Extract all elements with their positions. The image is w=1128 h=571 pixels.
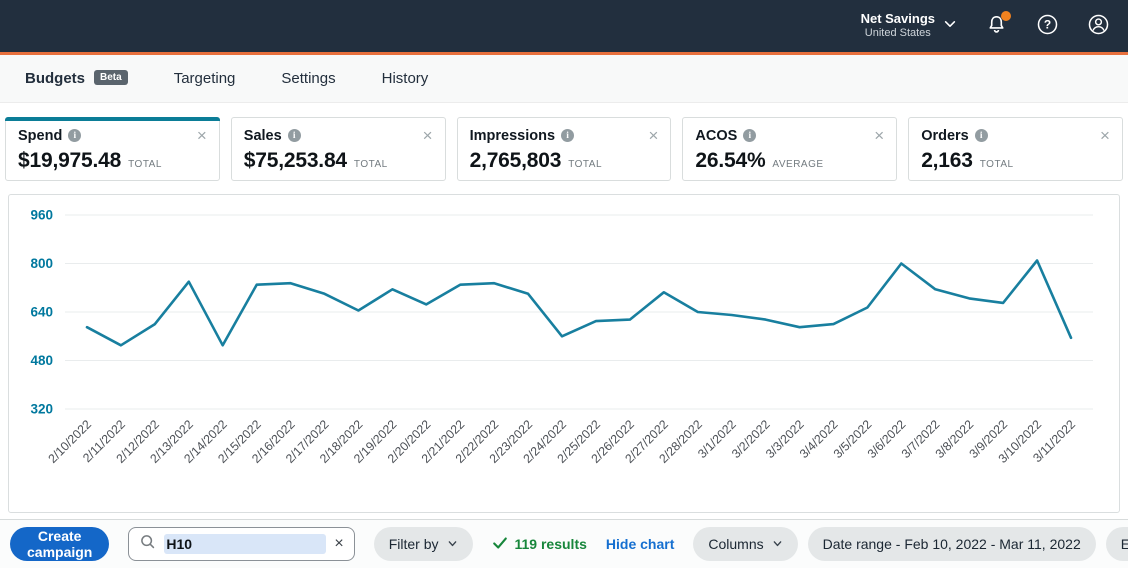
svg-text:960: 960	[30, 208, 53, 223]
info-icon[interactable]: i	[287, 129, 301, 142]
info-icon[interactable]: i	[743, 129, 757, 142]
hide-chart-link[interactable]: Hide chart	[606, 536, 674, 552]
tab-label: Targeting	[173, 70, 236, 87]
help-button[interactable]: ?	[1036, 13, 1059, 39]
metric-label: Spend	[18, 127, 63, 144]
search-icon	[139, 533, 156, 555]
user-avatar-icon	[1087, 13, 1110, 39]
metric-value: 2,163	[921, 149, 973, 172]
svg-text:800: 800	[30, 256, 53, 271]
close-icon[interactable]: ×	[874, 127, 884, 144]
check-icon	[492, 535, 508, 554]
account-menu-button[interactable]	[1087, 13, 1110, 39]
account-region: United States	[864, 27, 931, 40]
metric-label: Orders	[921, 127, 969, 144]
search-input[interactable]: H10 ×	[128, 527, 355, 561]
metric-value: $75,253.84	[243, 149, 347, 172]
results-text: 119 results	[514, 536, 587, 552]
tab-label: Budgets	[25, 70, 85, 87]
beta-badge: Beta	[94, 70, 128, 85]
create-campaign-button[interactable]: Create campaign	[10, 527, 110, 561]
metric-label: ACOS	[695, 127, 738, 144]
metric-value: $19,975.48	[18, 149, 122, 172]
info-icon[interactable]: i	[68, 129, 82, 142]
section-tabs: Budgets Beta Targeting Settings History	[0, 55, 1128, 103]
notifications-button[interactable]	[985, 11, 1011, 39]
notification-dot	[1001, 11, 1011, 21]
account-switcher[interactable]: Net Savings United States	[861, 11, 957, 41]
tab-budgets[interactable]: Budgets Beta	[25, 70, 128, 87]
metric-qualifier: TOTAL	[568, 159, 603, 170]
close-icon[interactable]: ×	[648, 127, 658, 144]
metric-label: Impressions	[469, 127, 556, 144]
svg-text:?: ?	[1044, 18, 1051, 32]
chevron-down-icon	[772, 536, 783, 552]
columns-label: Columns	[708, 536, 764, 552]
tab-label: History	[381, 70, 429, 87]
top-navbar: Net Savings United States ?	[0, 0, 1128, 52]
chevron-down-icon	[943, 17, 957, 36]
info-icon[interactable]: i	[561, 129, 575, 142]
results-count: 119 results	[492, 535, 587, 554]
filter-by-button[interactable]: Filter by	[373, 527, 473, 561]
info-icon[interactable]: i	[974, 129, 988, 142]
date-range-button[interactable]: Date range - Feb 10, 2022 - Mar 11, 2022	[807, 527, 1096, 561]
metric-qualifier: TOTAL	[979, 159, 1014, 170]
clear-search-icon[interactable]: ×	[334, 536, 343, 552]
metric-card-orders[interactable]: Orders i × 2,163 TOTAL	[908, 117, 1123, 181]
metric-cards-row: Spend i × $19,975.48 TOTAL Sales i × $75…	[0, 103, 1128, 181]
tab-history[interactable]: History	[382, 70, 429, 87]
search-value: H10	[164, 534, 327, 554]
export-button[interactable]: Export	[1105, 527, 1128, 561]
metric-qualifier: TOTAL	[128, 159, 162, 170]
metric-label: Sales	[243, 127, 282, 144]
metric-card-impressions[interactable]: Impressions i × 2,765,803 TOTAL	[456, 117, 672, 181]
close-icon[interactable]: ×	[423, 127, 433, 144]
metric-card-sales[interactable]: Sales i × $75,253.84 TOTAL	[230, 117, 446, 181]
close-icon[interactable]: ×	[1100, 127, 1110, 144]
close-icon[interactable]: ×	[197, 127, 207, 144]
account-name: Net Savings	[860, 11, 935, 26]
help-icon: ?	[1036, 13, 1059, 39]
metric-card-acos[interactable]: ACOS i × 26.54% AVERAGE	[682, 117, 898, 181]
svg-text:480: 480	[30, 353, 53, 368]
metric-value: 26.54%	[695, 149, 766, 172]
chevron-down-icon	[447, 536, 458, 552]
metric-qualifier: TOTAL	[353, 159, 388, 170]
metric-qualifier: AVERAGE	[772, 159, 824, 170]
svg-text:640: 640	[30, 305, 53, 320]
toolbar-right-group: Columns Date range - Feb 10, 2022 - Mar …	[693, 527, 1128, 561]
account-info: Net Savings United States	[861, 11, 935, 41]
tab-settings[interactable]: Settings	[281, 70, 335, 87]
metric-card-spend[interactable]: Spend i × $19,975.48 TOTAL	[5, 117, 220, 181]
tab-targeting[interactable]: Targeting	[174, 70, 236, 87]
columns-button[interactable]: Columns	[693, 527, 798, 561]
filter-by-label: Filter by	[388, 536, 439, 552]
table-toolbar: Create campaign H10 × Filter by 119 resu…	[0, 519, 1128, 568]
metric-value: 2,765,803	[469, 149, 562, 172]
spend-trend-chart: 3204806408009602/10/20222/11/20222/12/20…	[30, 208, 1093, 466]
svg-text:320: 320	[30, 402, 53, 417]
tab-label: Settings	[281, 70, 336, 87]
chart-panel: 320 480 640 800 960 2/10/2022 2/11/2022 2/12/20…	[8, 194, 1120, 513]
